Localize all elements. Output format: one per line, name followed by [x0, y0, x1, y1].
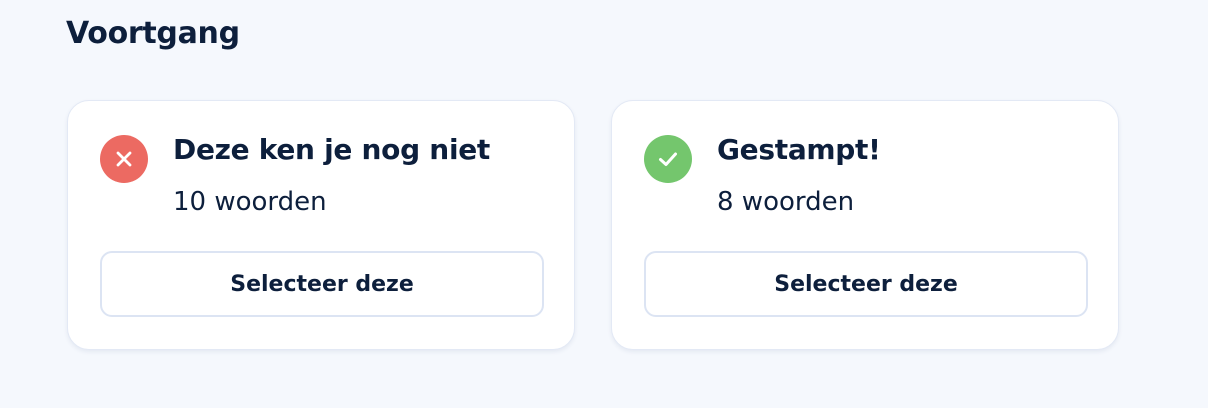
card-title: Deze ken je nog niet: [173, 133, 491, 166]
select-learned-button[interactable]: Selecteer deze: [644, 251, 1088, 317]
progress-card-learned: Gestampt! 8 woorden Selecteer deze: [611, 100, 1119, 350]
x-icon: [100, 135, 148, 183]
progress-card-unknown: Deze ken je nog niet 10 woorden Selectee…: [67, 100, 575, 350]
select-unknown-button[interactable]: Selecteer deze: [100, 251, 544, 317]
section-title: Voortgang: [66, 16, 240, 51]
card-title: Gestampt!: [717, 133, 881, 166]
word-count: 8 woorden: [717, 187, 855, 217]
check-icon: [644, 135, 692, 183]
word-count: 10 woorden: [173, 187, 327, 217]
